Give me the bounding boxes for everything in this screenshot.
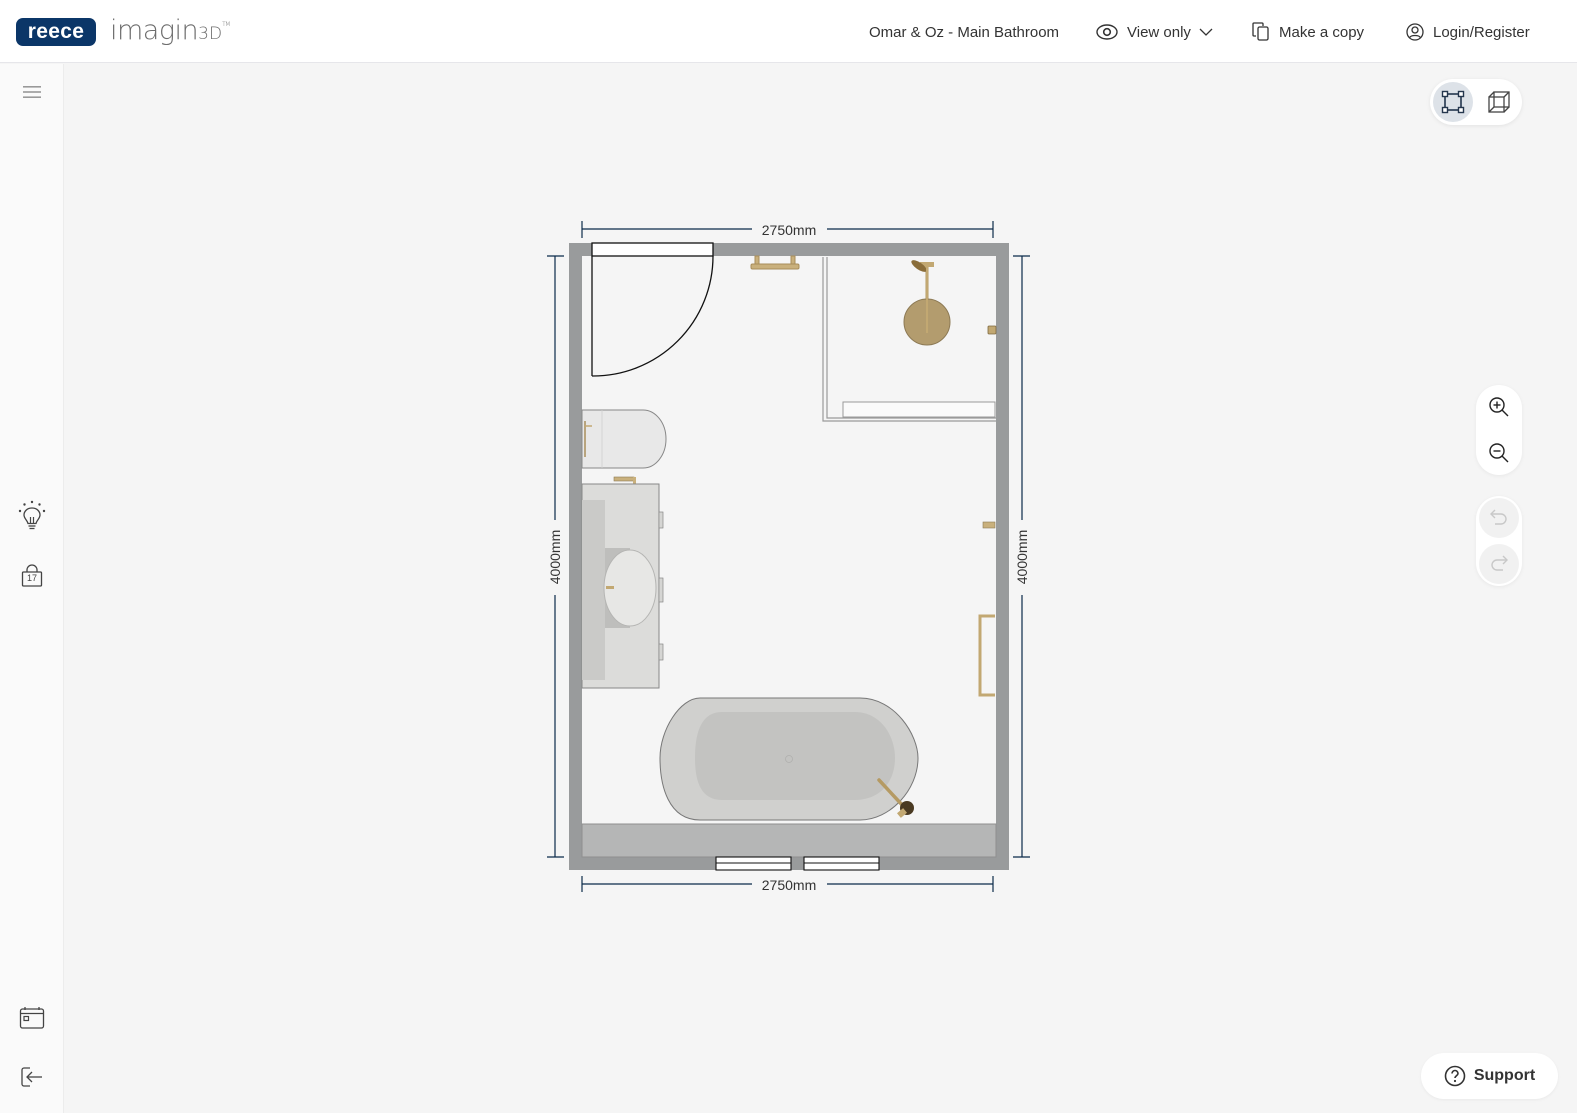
zoom-in-button[interactable] [1479, 387, 1519, 427]
redo-icon [1491, 555, 1508, 571]
window-ledge[interactable] [581, 823, 997, 858]
freestanding-bath[interactable] [659, 697, 919, 821]
cube-3d-icon [1488, 91, 1510, 113]
zoom-out-icon [1489, 443, 1509, 463]
shower-niche[interactable] [842, 401, 996, 418]
basin[interactable] [603, 548, 657, 628]
undo-icon [1490, 509, 1507, 525]
view-toggle [1430, 79, 1522, 125]
help-circle-icon [1444, 1065, 1466, 1087]
view-3d-button[interactable] [1479, 82, 1519, 122]
shower-mixer[interactable] [987, 325, 997, 335]
view-2d-button[interactable] [1433, 82, 1473, 122]
dimension-right-label: 4000mm [1014, 530, 1030, 584]
support-button[interactable]: Support [1421, 1053, 1558, 1099]
hook[interactable] [982, 521, 996, 529]
undo-button[interactable] [1479, 498, 1519, 538]
zoom-out-button[interactable] [1479, 433, 1519, 473]
support-label: Support [1473, 1067, 1536, 1084]
dimension-top-label: 2750mm [762, 222, 816, 238]
floorplan-canvas[interactable]: 2750mm 2750mm 4000mm 4000mm [0, 0, 1577, 1113]
zoom-in-icon [1489, 397, 1509, 417]
redo-button[interactable] [1479, 544, 1519, 584]
dimension-left-label: 4000mm [547, 530, 563, 584]
history-controls [1476, 496, 1522, 586]
dimension-bottom-label: 2750mm [762, 877, 816, 893]
plan-2d-icon [1441, 90, 1465, 114]
zoom-controls [1476, 385, 1522, 475]
toilet[interactable] [581, 409, 667, 469]
